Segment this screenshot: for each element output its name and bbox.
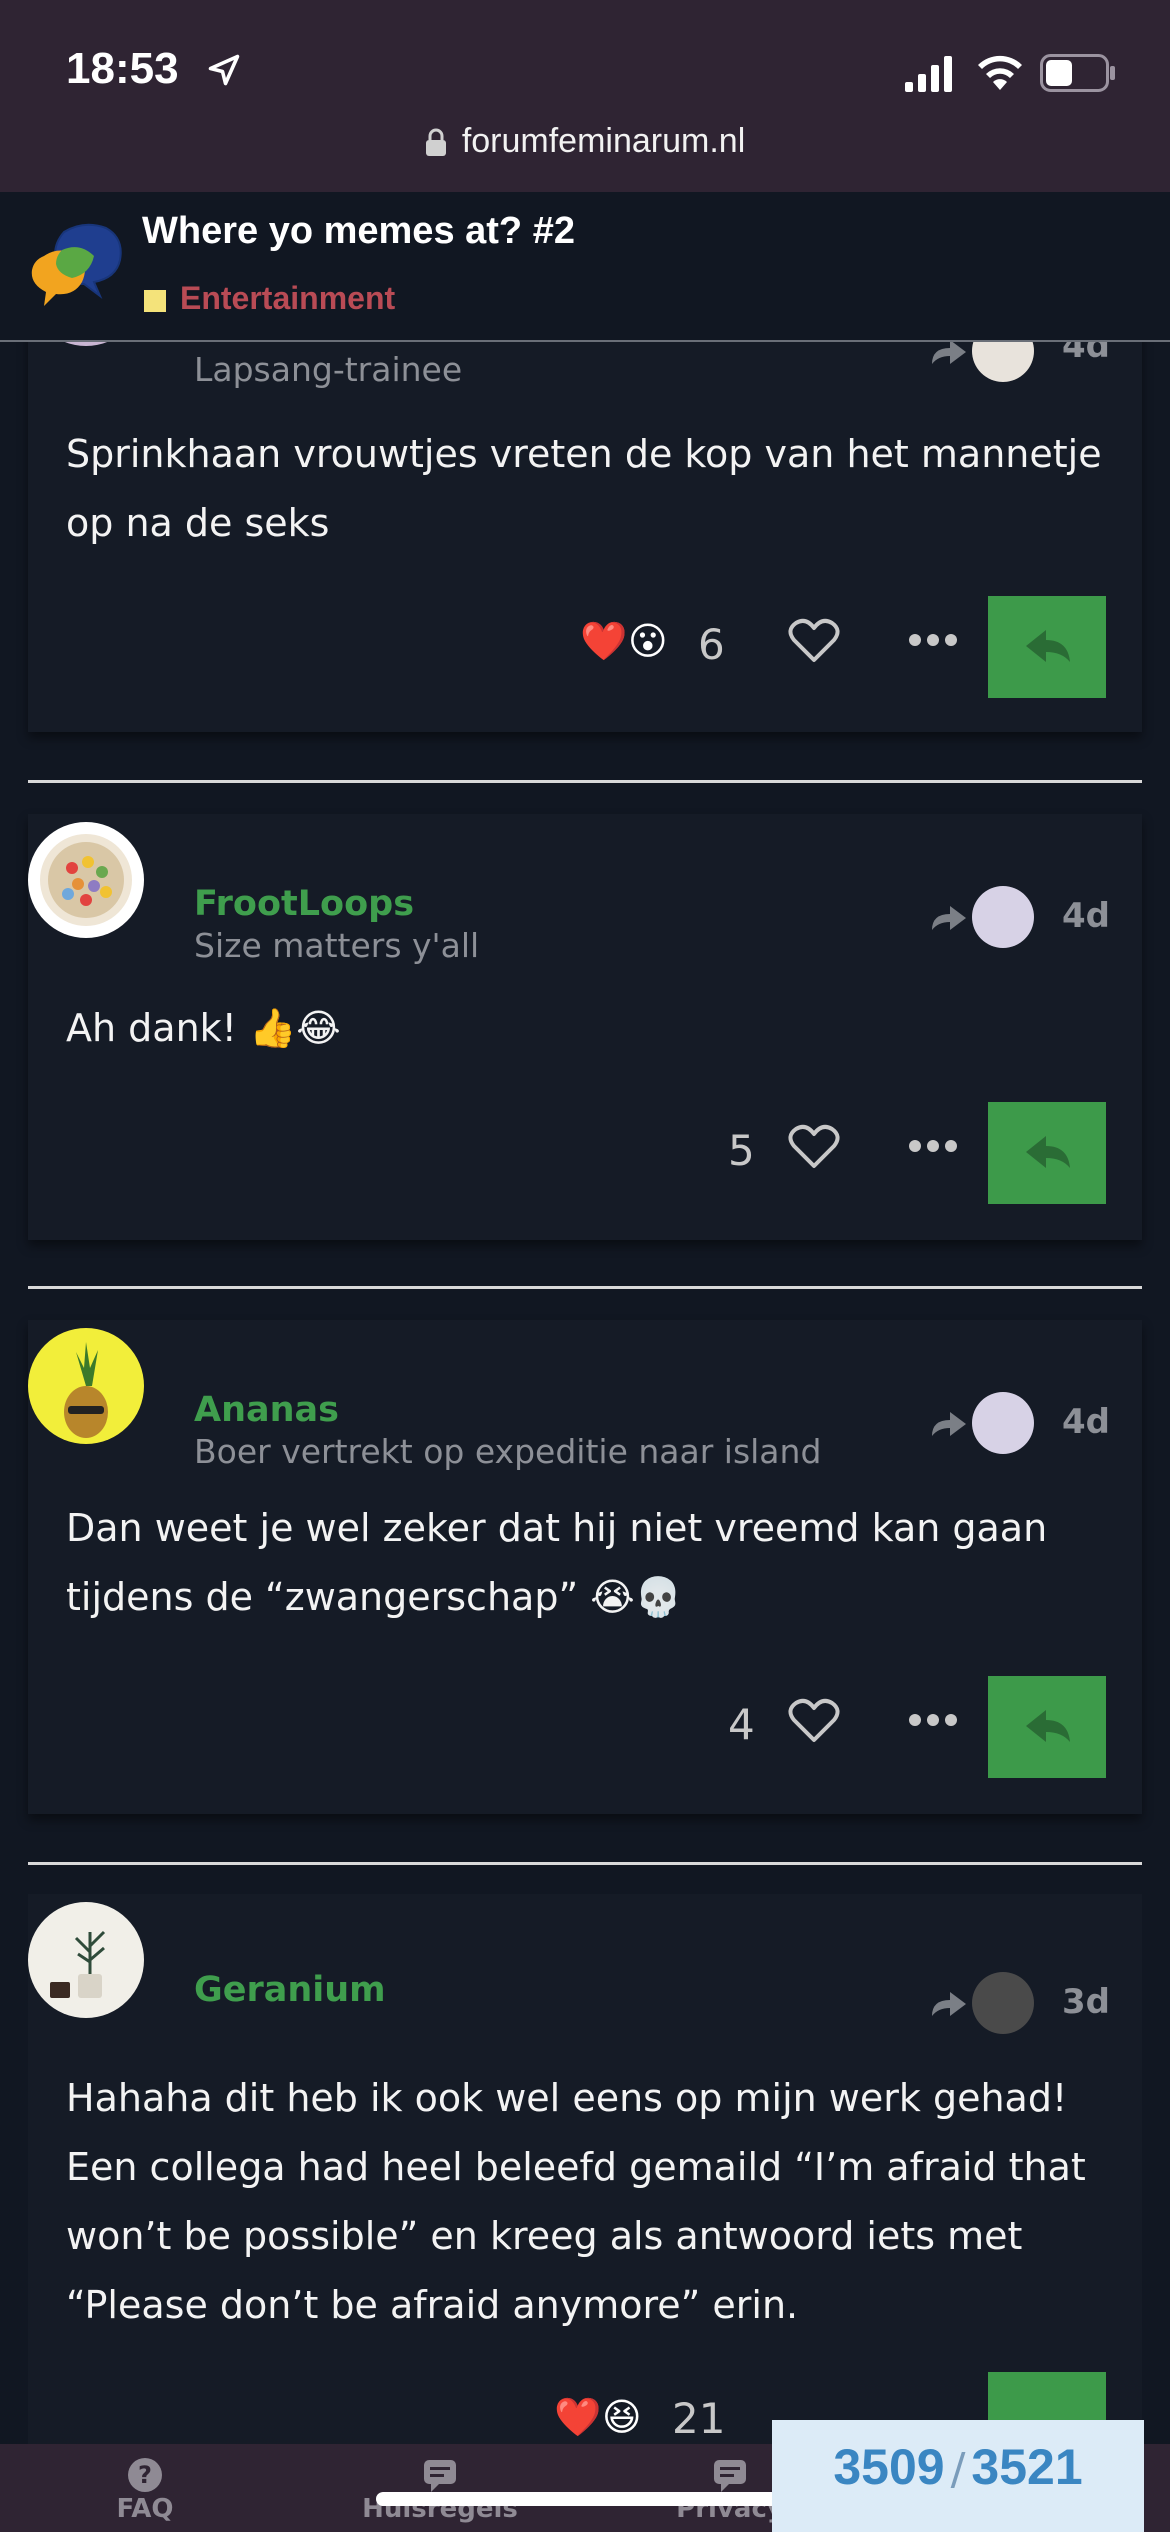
reply-to-avatar[interactable] bbox=[972, 886, 1034, 948]
nav-item-faq[interactable]: ? FAQ bbox=[100, 2456, 190, 2524]
laughing-reaction[interactable]: 😆 bbox=[602, 2394, 648, 2440]
heart-reaction[interactable]: ❤️ bbox=[554, 2394, 601, 2440]
post-age[interactable]: 3d bbox=[1062, 1982, 1110, 2022]
progress-total: 3521 bbox=[971, 2439, 1083, 2495]
reply-icon bbox=[1026, 1710, 1070, 1742]
pineapple-avatar-icon bbox=[64, 1342, 108, 1438]
category-label[interactable]: Entertainment bbox=[180, 280, 395, 317]
post-body: Dan weet je wel zeker dat hij niet vreem… bbox=[66, 1506, 1048, 1619]
cellular-signal-icon bbox=[905, 56, 952, 92]
question-icon: ? bbox=[128, 2458, 162, 2492]
address-bar[interactable]: forumfeminarum.nl bbox=[0, 122, 1170, 172]
topic-header: Where yo memes at? #2 Entertainment bbox=[0, 192, 1170, 342]
post-age[interactable]: 4d bbox=[1062, 1402, 1110, 1442]
reply-icon bbox=[1026, 1136, 1070, 1168]
reply-to-arrow-icon bbox=[932, 906, 966, 930]
progress-current: 3509 bbox=[833, 2439, 945, 2495]
like-count[interactable]: 6 bbox=[698, 620, 725, 669]
home-indicator[interactable] bbox=[376, 2492, 794, 2506]
svg-text:?: ? bbox=[138, 2461, 152, 2489]
battery-icon bbox=[1040, 54, 1115, 92]
reply-to-arrow-icon bbox=[932, 1992, 966, 2016]
nav-item-label: FAQ bbox=[116, 2494, 174, 2524]
url-text: forumfeminarum.nl bbox=[461, 122, 746, 160]
reply-button[interactable] bbox=[988, 1102, 1106, 1204]
post-separator bbox=[28, 1286, 1142, 1289]
post-card: Lapsang-trainee 4d Sprinkhaan vrouwtjes … bbox=[28, 230, 1142, 732]
status-bar: 18:53 forumfeminarum.nl bbox=[0, 0, 1170, 192]
more-options-icon[interactable] bbox=[908, 630, 958, 650]
category-color-square bbox=[144, 290, 166, 312]
reply-to-avatar[interactable] bbox=[972, 1392, 1034, 1454]
reply-to-avatar[interactable] bbox=[972, 1972, 1034, 2034]
reply-button[interactable] bbox=[988, 1676, 1106, 1778]
wifi-icon bbox=[978, 55, 1022, 90]
reply-to-arrow-icon bbox=[932, 1412, 966, 1436]
post-username[interactable]: FrootLoops bbox=[194, 884, 414, 924]
post-separator bbox=[28, 780, 1142, 783]
post-username[interactable]: Geranium bbox=[194, 1970, 386, 2010]
post-user-title: Size matters y'all bbox=[194, 926, 480, 965]
post-age[interactable]: 4d bbox=[1062, 896, 1110, 936]
more-options-icon[interactable] bbox=[908, 1710, 958, 1730]
lock-icon bbox=[425, 128, 446, 156]
post-body: Hahaha dit heb ik ook wel eens op mijn w… bbox=[66, 2076, 1086, 2327]
user-avatar[interactable] bbox=[28, 1328, 144, 1444]
post-card: Geranium 3d Hahaha dit heb ik ook wel ee… bbox=[28, 1894, 1142, 2474]
status-time: 18:53 bbox=[66, 44, 179, 93]
nav-item-huisregels[interactable]: Huisregels bbox=[360, 2456, 520, 2524]
more-options-icon[interactable] bbox=[908, 1136, 958, 1156]
post-username[interactable]: Ananas bbox=[194, 1390, 339, 1430]
like-heart-icon[interactable] bbox=[788, 618, 840, 664]
post-separator bbox=[28, 1862, 1142, 1865]
post-user-title: Boer vertrekt op expeditie naar island bbox=[194, 1432, 822, 1471]
post-user-title: Lapsang-trainee bbox=[194, 350, 463, 389]
post-card: FrootLoops Size matters y'all 4d Ah dank… bbox=[28, 814, 1142, 1240]
like-count[interactable]: 21 bbox=[672, 2394, 725, 2443]
post-body: Sprinkhaan vrouwtjes vreten de kop van h… bbox=[66, 432, 1102, 545]
chat-icon bbox=[714, 2460, 746, 2492]
like-count[interactable]: 5 bbox=[728, 1126, 755, 1175]
plant-avatar-icon bbox=[50, 1930, 106, 1998]
location-arrow-icon bbox=[208, 54, 240, 86]
like-heart-icon[interactable] bbox=[788, 1698, 840, 1744]
chat-icon bbox=[424, 2460, 456, 2492]
topic-title[interactable]: Where yo memes at? #2 bbox=[142, 210, 575, 253]
post-card: Ananas Boer vertrekt op expeditie naar i… bbox=[28, 1320, 1142, 1814]
forum-logo-icon[interactable] bbox=[24, 220, 128, 316]
heart-reaction[interactable]: ❤️ bbox=[580, 618, 627, 664]
reply-icon bbox=[1026, 630, 1070, 662]
user-avatar[interactable] bbox=[28, 822, 144, 938]
cereal-bowl-avatar-icon bbox=[40, 834, 132, 926]
surprised-reaction[interactable]: 😮 bbox=[628, 618, 674, 664]
post-body: Ah dank! 👍😂 bbox=[66, 1006, 341, 1050]
topic-progress[interactable]: 3509/3521 bbox=[772, 2420, 1144, 2532]
like-count[interactable]: 4 bbox=[728, 1700, 755, 1749]
reply-button[interactable] bbox=[988, 596, 1106, 698]
progress-separator: / bbox=[950, 2444, 966, 2495]
user-avatar[interactable] bbox=[28, 1902, 144, 2018]
like-heart-icon[interactable] bbox=[788, 1124, 840, 1170]
